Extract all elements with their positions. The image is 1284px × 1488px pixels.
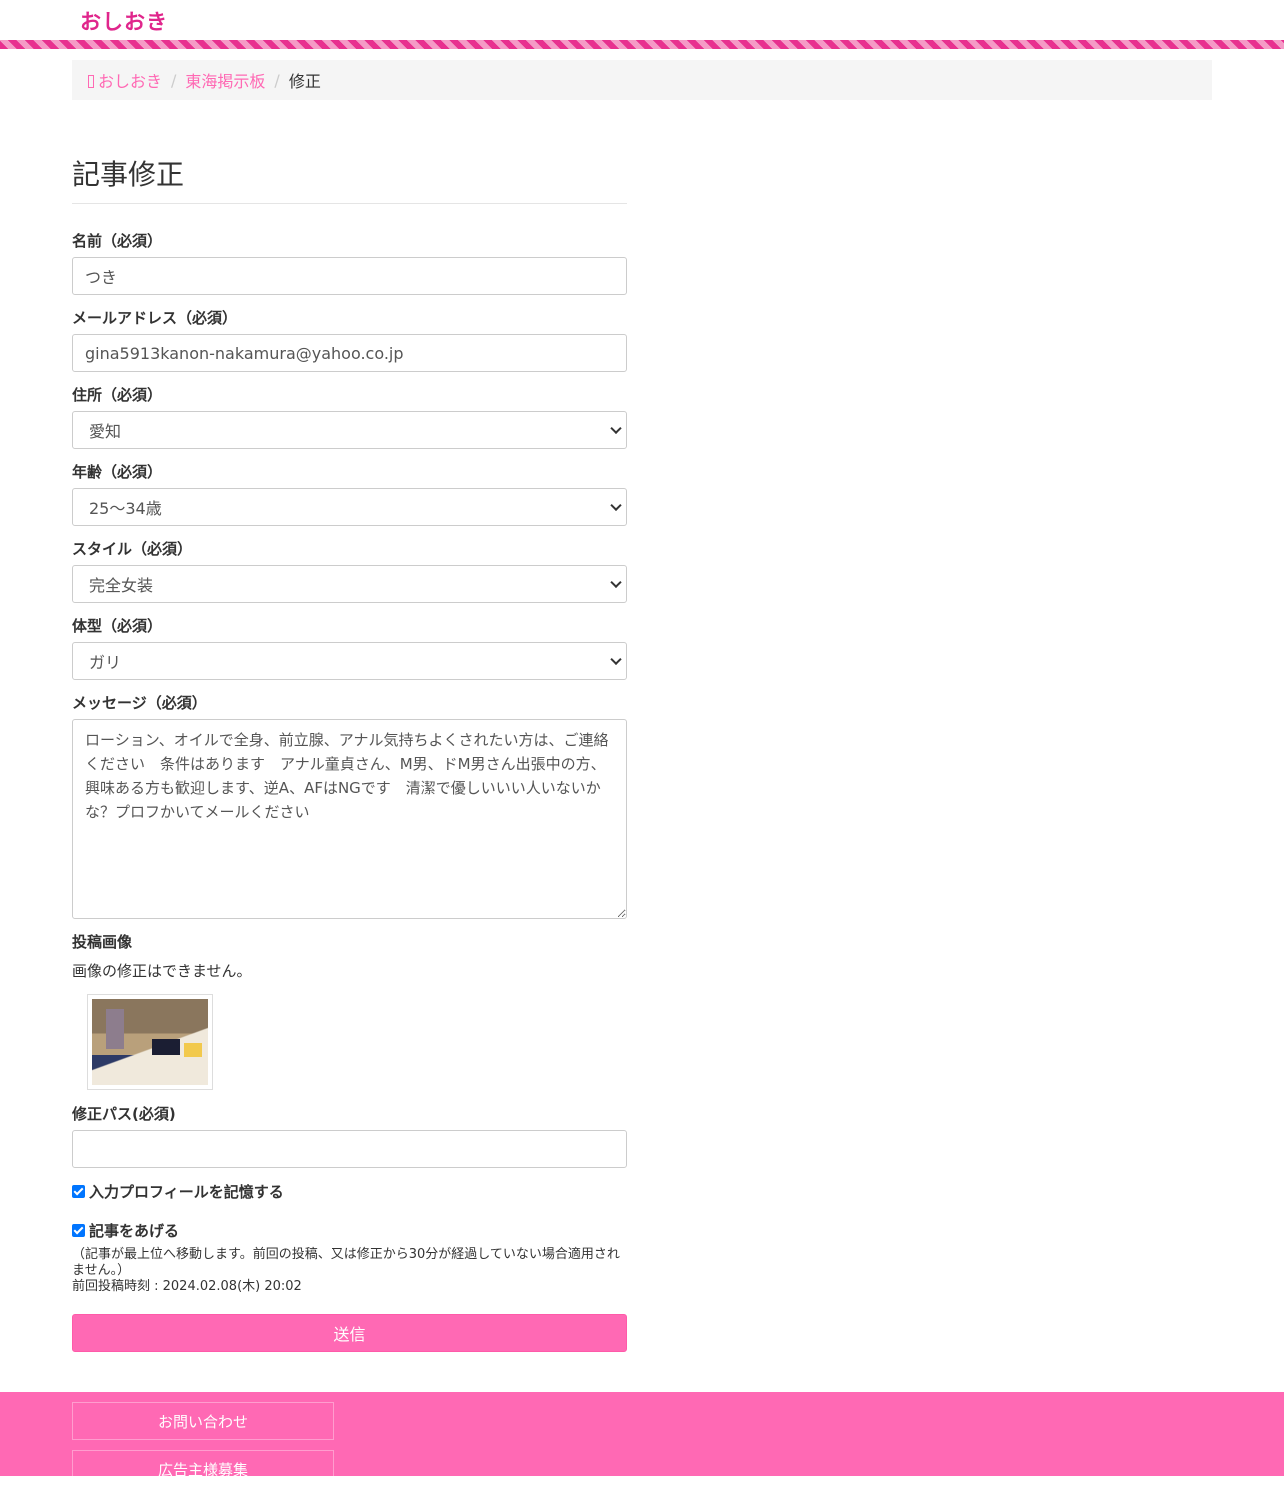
breadcrumb-separator: / xyxy=(171,70,177,90)
footer: お問い合わせ 広告主様募集 xyxy=(0,1392,1284,1488)
chevron-down-icon xyxy=(610,422,622,435)
edit-form: 記事修正 名前（必須） つき メールアドレス（必須） gina5913kanon… xyxy=(72,150,627,1352)
address-select-value: 愛知 xyxy=(89,422,122,441)
style-select-value: 完全女装 xyxy=(89,576,154,595)
bump-note: （記事が最上位へ移動します。前回の投稿、又は修正から30分が経過していない場合適… xyxy=(72,1247,620,1278)
breadcrumb-home-link[interactable]: おしおき xyxy=(88,68,162,92)
image-note: 画像の修正はできません。 xyxy=(72,962,252,980)
last-post-time: 前回投稿時刻 : 2024.02.08(木) 20:02 xyxy=(72,1279,302,1294)
email-label: メールアドレス（必須） xyxy=(72,309,238,327)
top-bar: おしおき xyxy=(0,0,1284,40)
breadcrumb-current: 修正 xyxy=(288,72,321,91)
chevron-down-icon xyxy=(610,499,622,512)
message-label: メッセージ（必須） xyxy=(72,694,207,712)
name-label: 名前（必須） xyxy=(72,232,163,250)
bump-post-checkbox[interactable]: 記事をあげる xyxy=(72,1220,179,1241)
checkbox-checked-icon[interactable] xyxy=(72,1224,85,1237)
style-label: スタイル（必須） xyxy=(72,540,193,558)
checkbox-checked-icon[interactable] xyxy=(72,1185,85,1198)
decorative-stripe xyxy=(0,40,1284,49)
email-input[interactable]: gina5913kanon-nakamura@yahoo.co.jp xyxy=(72,334,627,372)
breadcrumb-board-link[interactable]: 東海掲示板 xyxy=(185,68,265,92)
posted-image xyxy=(92,999,208,1085)
remember-profile-checkbox[interactable]: 入力プロフィールを記憶する xyxy=(72,1181,284,1202)
chevron-down-icon xyxy=(610,576,622,589)
advertise-link[interactable]: 広告主様募集 xyxy=(72,1450,334,1488)
site-logo[interactable]: おしおき xyxy=(80,6,168,36)
page-title: 記事修正 xyxy=(72,150,627,204)
bump-post-label: 記事をあげる xyxy=(89,1222,180,1240)
password-label: 修正パス(必須) xyxy=(72,1105,176,1123)
breadcrumb: おしおき / 東海掲示板 / 修正 xyxy=(72,60,1212,100)
breadcrumb-separator: / xyxy=(274,70,280,90)
chevron-down-icon xyxy=(610,653,622,666)
message-textarea[interactable]: ローション、オイルで全身、前立腺、アナル気持ちよくされたい方は、ご連絡ください … xyxy=(72,719,627,919)
home-icon xyxy=(88,75,94,88)
body-type-select[interactable]: ガリ xyxy=(72,642,627,680)
age-select[interactable]: 25〜34歳 xyxy=(72,488,627,526)
breadcrumb-home-label: おしおき xyxy=(98,72,163,91)
submit-button[interactable]: 送信 xyxy=(72,1314,627,1352)
contact-link[interactable]: お問い合わせ xyxy=(72,1402,334,1440)
posted-image-thumbnail xyxy=(87,994,213,1090)
body-type-label: 体型（必須） xyxy=(72,617,163,635)
remember-profile-label: 入力プロフィールを記憶する xyxy=(89,1183,284,1201)
style-select[interactable]: 完全女装 xyxy=(72,565,627,603)
age-select-value: 25〜34歳 xyxy=(89,499,162,518)
name-input[interactable]: つき xyxy=(72,257,627,295)
address-select[interactable]: 愛知 xyxy=(72,411,627,449)
body-type-select-value: ガリ xyxy=(89,653,122,672)
image-label: 投稿画像 xyxy=(72,933,133,951)
age-label: 年齢（必須） xyxy=(72,463,163,481)
password-input[interactable] xyxy=(72,1130,627,1168)
address-label: 住所（必須） xyxy=(72,386,163,404)
